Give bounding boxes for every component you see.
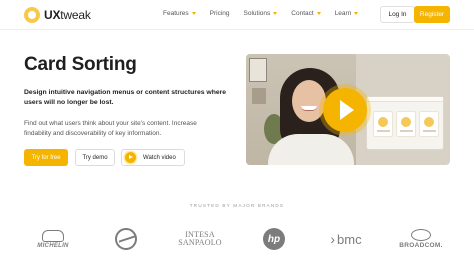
page-title: Card Sorting [24, 54, 137, 75]
broadcom-logo: BROADCOM. [396, 226, 446, 252]
login-button[interactable]: Log In [380, 6, 415, 23]
chevron-down-icon [316, 12, 321, 15]
presenter-body [268, 134, 354, 165]
chevron-down-icon [354, 12, 359, 15]
menu-item-pricing[interactable]: Pricing [210, 10, 230, 17]
bmc-logo: › bmc [330, 231, 362, 247]
menu-item-contact[interactable]: Contact [291, 10, 321, 17]
play-video-icon[interactable] [323, 88, 367, 132]
uxtweak-logo[interactable]: UXtweak [24, 7, 91, 23]
register-button[interactable]: Register [414, 6, 450, 23]
play-icon [125, 152, 136, 163]
trusted-heading: TRUSTED BY MAJOR BRANDS [189, 203, 285, 208]
wall-picture [252, 88, 266, 104]
hp-logo: hp [262, 226, 286, 252]
michelin-logo: MICHELIN [30, 226, 76, 252]
broadcom-icon [411, 229, 431, 241]
menu-item-features[interactable]: Features [163, 10, 196, 17]
hero-description: Find out what users think about your sit… [24, 120, 197, 137]
top-navigation: UXtweak Features Pricing Solutions Conta… [0, 0, 474, 30]
screen-toolbar [367, 97, 443, 102]
chevron-down-icon [191, 12, 196, 15]
presenter-smile [301, 106, 317, 111]
menu-item-solutions[interactable]: Solutions [244, 10, 278, 17]
main-menu: Features Pricing Solutions Contact Learn [163, 10, 372, 17]
watch-video-button[interactable]: Watch video [121, 149, 185, 166]
watch-video-label: Watch video [143, 154, 176, 161]
logo-icon [24, 7, 40, 23]
intesa-sanpaolo-logo: INTESA SANPAOLO [178, 230, 222, 247]
try-demo-button[interactable]: Try demo [75, 149, 115, 166]
michelin-man-icon [42, 229, 64, 242]
video-thumbnail[interactable] [246, 54, 450, 165]
preview-card [419, 111, 439, 137]
try-for-free-button[interactable]: Try for free [24, 149, 68, 166]
logo-text: UXtweak [44, 8, 91, 22]
preview-card [373, 111, 393, 137]
brand-logos: MICHELIN INTESA SANPAOLO hp › bmc BROADC… [0, 226, 474, 252]
opel-logo [112, 226, 140, 252]
presenter-face [292, 80, 326, 122]
wall-picture [249, 58, 267, 82]
app-screen-preview [366, 96, 444, 150]
menu-item-learn[interactable]: Learn [335, 10, 359, 17]
preview-card [396, 111, 416, 137]
chevron-down-icon [273, 12, 278, 15]
bmc-chevron-icon: › [330, 231, 336, 247]
hero-lead: Design intuitive navigation menus or con… [24, 89, 227, 106]
opel-icon [115, 228, 137, 250]
